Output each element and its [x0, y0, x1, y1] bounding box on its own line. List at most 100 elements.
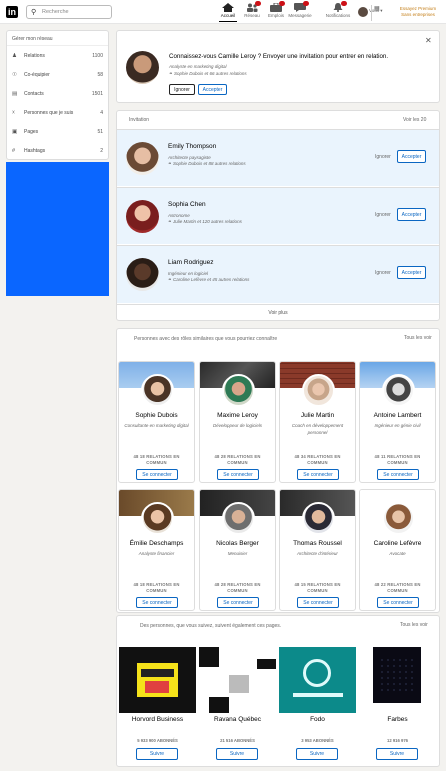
sidebar-item-label: Co-équipier	[24, 71, 50, 78]
invitation-avatar[interactable]	[126, 142, 159, 175]
person-card[interactable]: Maxime Leroy Développeur de logiciels 48…	[199, 361, 276, 483]
suggestion-mutual-text: Sophie Dubois et 66 autres relations	[174, 71, 247, 76]
sidebar-item-hashtags[interactable]: # Hashtags 2	[7, 141, 108, 160]
person-common: 48 28 RELATIONS EN COMMUN	[214, 582, 261, 593]
person-card[interactable]: Thomas Roussel Architecte d'intérieur 48…	[279, 489, 356, 611]
sidebar-item-relations[interactable]: ♟ Relations 1100	[7, 46, 108, 65]
follow-button[interactable]: Suivre	[216, 748, 258, 760]
see-all-pages-link[interactable]: Tous les voir	[400, 622, 428, 628]
person-common: 48 18 RELATIONS EN COMMUN	[133, 454, 180, 465]
page-card[interactable]: Fodo 3 953 ABONNÉS Suivre	[279, 647, 356, 765]
contacts-icon: ☉	[12, 71, 17, 78]
person-card[interactable]: Antoine Lambert Ingénieur en génie civil…	[359, 361, 436, 483]
manage-network-panel: Gérer mon réseau ♟ Relations 1100 ☉ Co-é…	[6, 30, 109, 160]
person-common: 48 22 RELATIONS EN COMMUN	[374, 582, 421, 593]
cover-strip	[141, 669, 174, 677]
ignore-button[interactable]: Ignorer	[375, 270, 391, 276]
ignore-button[interactable]: Ignorer	[169, 84, 195, 95]
person-card[interactable]: Émilie Deschamps Analyste financier 48 1…	[118, 489, 195, 611]
profile-avatar[interactable]	[358, 7, 368, 17]
person-role: Développeur de logiciels	[212, 423, 263, 428]
connect-button[interactable]: Se connecter	[136, 469, 178, 480]
advertisement-banner[interactable]	[6, 162, 109, 296]
person-common: 48 34 RELATIONS EN COMMUN	[294, 454, 341, 465]
invitation-avatar[interactable]	[126, 258, 159, 291]
invitation-mutual-text: Caroline Lefèvre et 45 autres relations	[173, 277, 250, 282]
network-icon	[246, 1, 261, 12]
accept-button[interactable]: Accepter	[397, 150, 426, 163]
person-role: Avocate	[389, 551, 406, 556]
page-card[interactable]: Horvord Business 5 933 900 ABONNÉS Suivr…	[119, 647, 196, 765]
follow-button[interactable]: Suivre	[296, 748, 338, 760]
connect-button[interactable]: Se connecter	[377, 597, 419, 608]
search-input[interactable]: ⚲ Recherche	[26, 5, 112, 19]
sidebar-item-contacts[interactable]: ▤ Contacts 1501	[7, 84, 108, 103]
top-navigation-bar: in ⚲ Recherche Accueil Réseau Emplois Me…	[0, 0, 446, 24]
page-card[interactable]: Ravana Québec 21 516 ABONNÉS Suivre	[199, 647, 276, 765]
connect-button[interactable]: Se connecter	[217, 597, 259, 608]
connect-button[interactable]: Se connecter	[136, 597, 178, 608]
cover-block	[257, 659, 276, 669]
accept-button[interactable]: Accepter	[397, 208, 426, 221]
page-card[interactable]: Farbes 12 916 976 Suivre	[359, 647, 436, 765]
person-name: Antoine Lambert	[373, 412, 422, 419]
ignore-button[interactable]: Ignorer	[375, 154, 391, 160]
invitations-header: Invitation	[129, 117, 150, 123]
person-card[interactable]: Caroline Lefèvre Avocate 48 22 RELATIONS…	[359, 489, 436, 611]
close-icon[interactable]: ✕	[425, 36, 432, 45]
invitation-name[interactable]: Emily Thompson	[168, 143, 216, 150]
linkedin-logo[interactable]: in	[6, 6, 18, 18]
camille-avatar[interactable]	[126, 51, 159, 84]
invitation-mutual: ⚭ Julie Martin et 120 autres relations	[168, 219, 242, 225]
pages-icon: ▣	[12, 128, 18, 135]
connect-button[interactable]: Se connecter	[377, 469, 419, 480]
sidebar-item-pages[interactable]: ▣ Pages 51	[7, 122, 108, 141]
page-name: Fodo	[310, 716, 325, 723]
people-section-header: Personnes avec des rôles similaires que …	[134, 336, 278, 342]
invitation-avatar[interactable]	[126, 200, 159, 233]
book-icon: ▤	[12, 90, 18, 97]
invitation-row: Sophia Chen Astronome ⚭ Julie Martin et …	[117, 187, 439, 244]
follow-icon: ☓	[12, 109, 15, 116]
connect-button[interactable]: Se connecter	[297, 469, 339, 480]
person-name: Nicolas Berger	[216, 540, 259, 547]
person-role: Coach en développement personnel	[291, 423, 344, 435]
hashtag-icon: #	[12, 147, 16, 154]
nav-messaging[interactable]: Messagerie	[284, 1, 316, 18]
see-all-people-link[interactable]: Tous les voir	[404, 335, 432, 341]
invitation-mutual: ⚭ Caroline Lefèvre et 45 autres relation…	[168, 277, 249, 283]
person-card[interactable]: Julie Martin Coach en développement pers…	[279, 361, 356, 483]
person-card[interactable]: Sophie Dubois Consultante en marketing d…	[118, 361, 195, 483]
person-avatar	[302, 374, 335, 407]
invitation-name[interactable]: Liam Rodriguez	[168, 259, 214, 266]
header-divider	[371, 5, 372, 21]
sidebar-item-following[interactable]: ☓ Personnes que je suis 4	[7, 103, 108, 122]
page-cover	[119, 647, 196, 713]
notification-badge	[303, 1, 309, 6]
cover-block	[209, 697, 229, 713]
sidebar-item-count: 1501	[91, 90, 103, 97]
person-avatar	[302, 502, 335, 535]
connect-button[interactable]: Se connecter	[217, 469, 259, 480]
see-all-invitations-link[interactable]: Voir les 20	[403, 117, 426, 123]
ignore-button[interactable]: Ignorer	[375, 212, 391, 218]
follow-button[interactable]: Suivre	[136, 748, 178, 760]
sidebar-item-label: Contacts	[24, 90, 44, 97]
connect-button[interactable]: Se connecter	[297, 597, 339, 608]
premium-link[interactable]: Essayez Premium Sans entreprises	[396, 6, 440, 18]
grid-apps-icon[interactable]: ▦	[374, 5, 380, 12]
follow-button[interactable]: Suivre	[376, 748, 418, 760]
cover-graphic	[229, 675, 249, 693]
person-card[interactable]: Nicolas Berger Menuisier 48 28 RELATIONS…	[199, 489, 276, 611]
accept-button[interactable]: Accepter	[397, 266, 426, 279]
sidebar-item-coequipier[interactable]: ☉ Co-équipier 58	[7, 65, 108, 84]
messaging-icon	[294, 1, 309, 12]
sidebar-item-count: 58	[97, 71, 103, 78]
invitation-name[interactable]: Sophia Chen	[168, 201, 206, 208]
accept-button[interactable]: Accepter	[198, 84, 227, 95]
page-followers: 5 933 900 ABONNÉS	[137, 738, 178, 743]
invitation-row: Liam Rodriguez Ingénieur en logiciel ⚭ C…	[117, 245, 439, 303]
see-more-invitations-button[interactable]: Voir plus	[117, 304, 439, 321]
nav-notifications[interactable]: Notifications	[322, 1, 354, 18]
person-name: Émilie Deschamps	[129, 540, 184, 547]
